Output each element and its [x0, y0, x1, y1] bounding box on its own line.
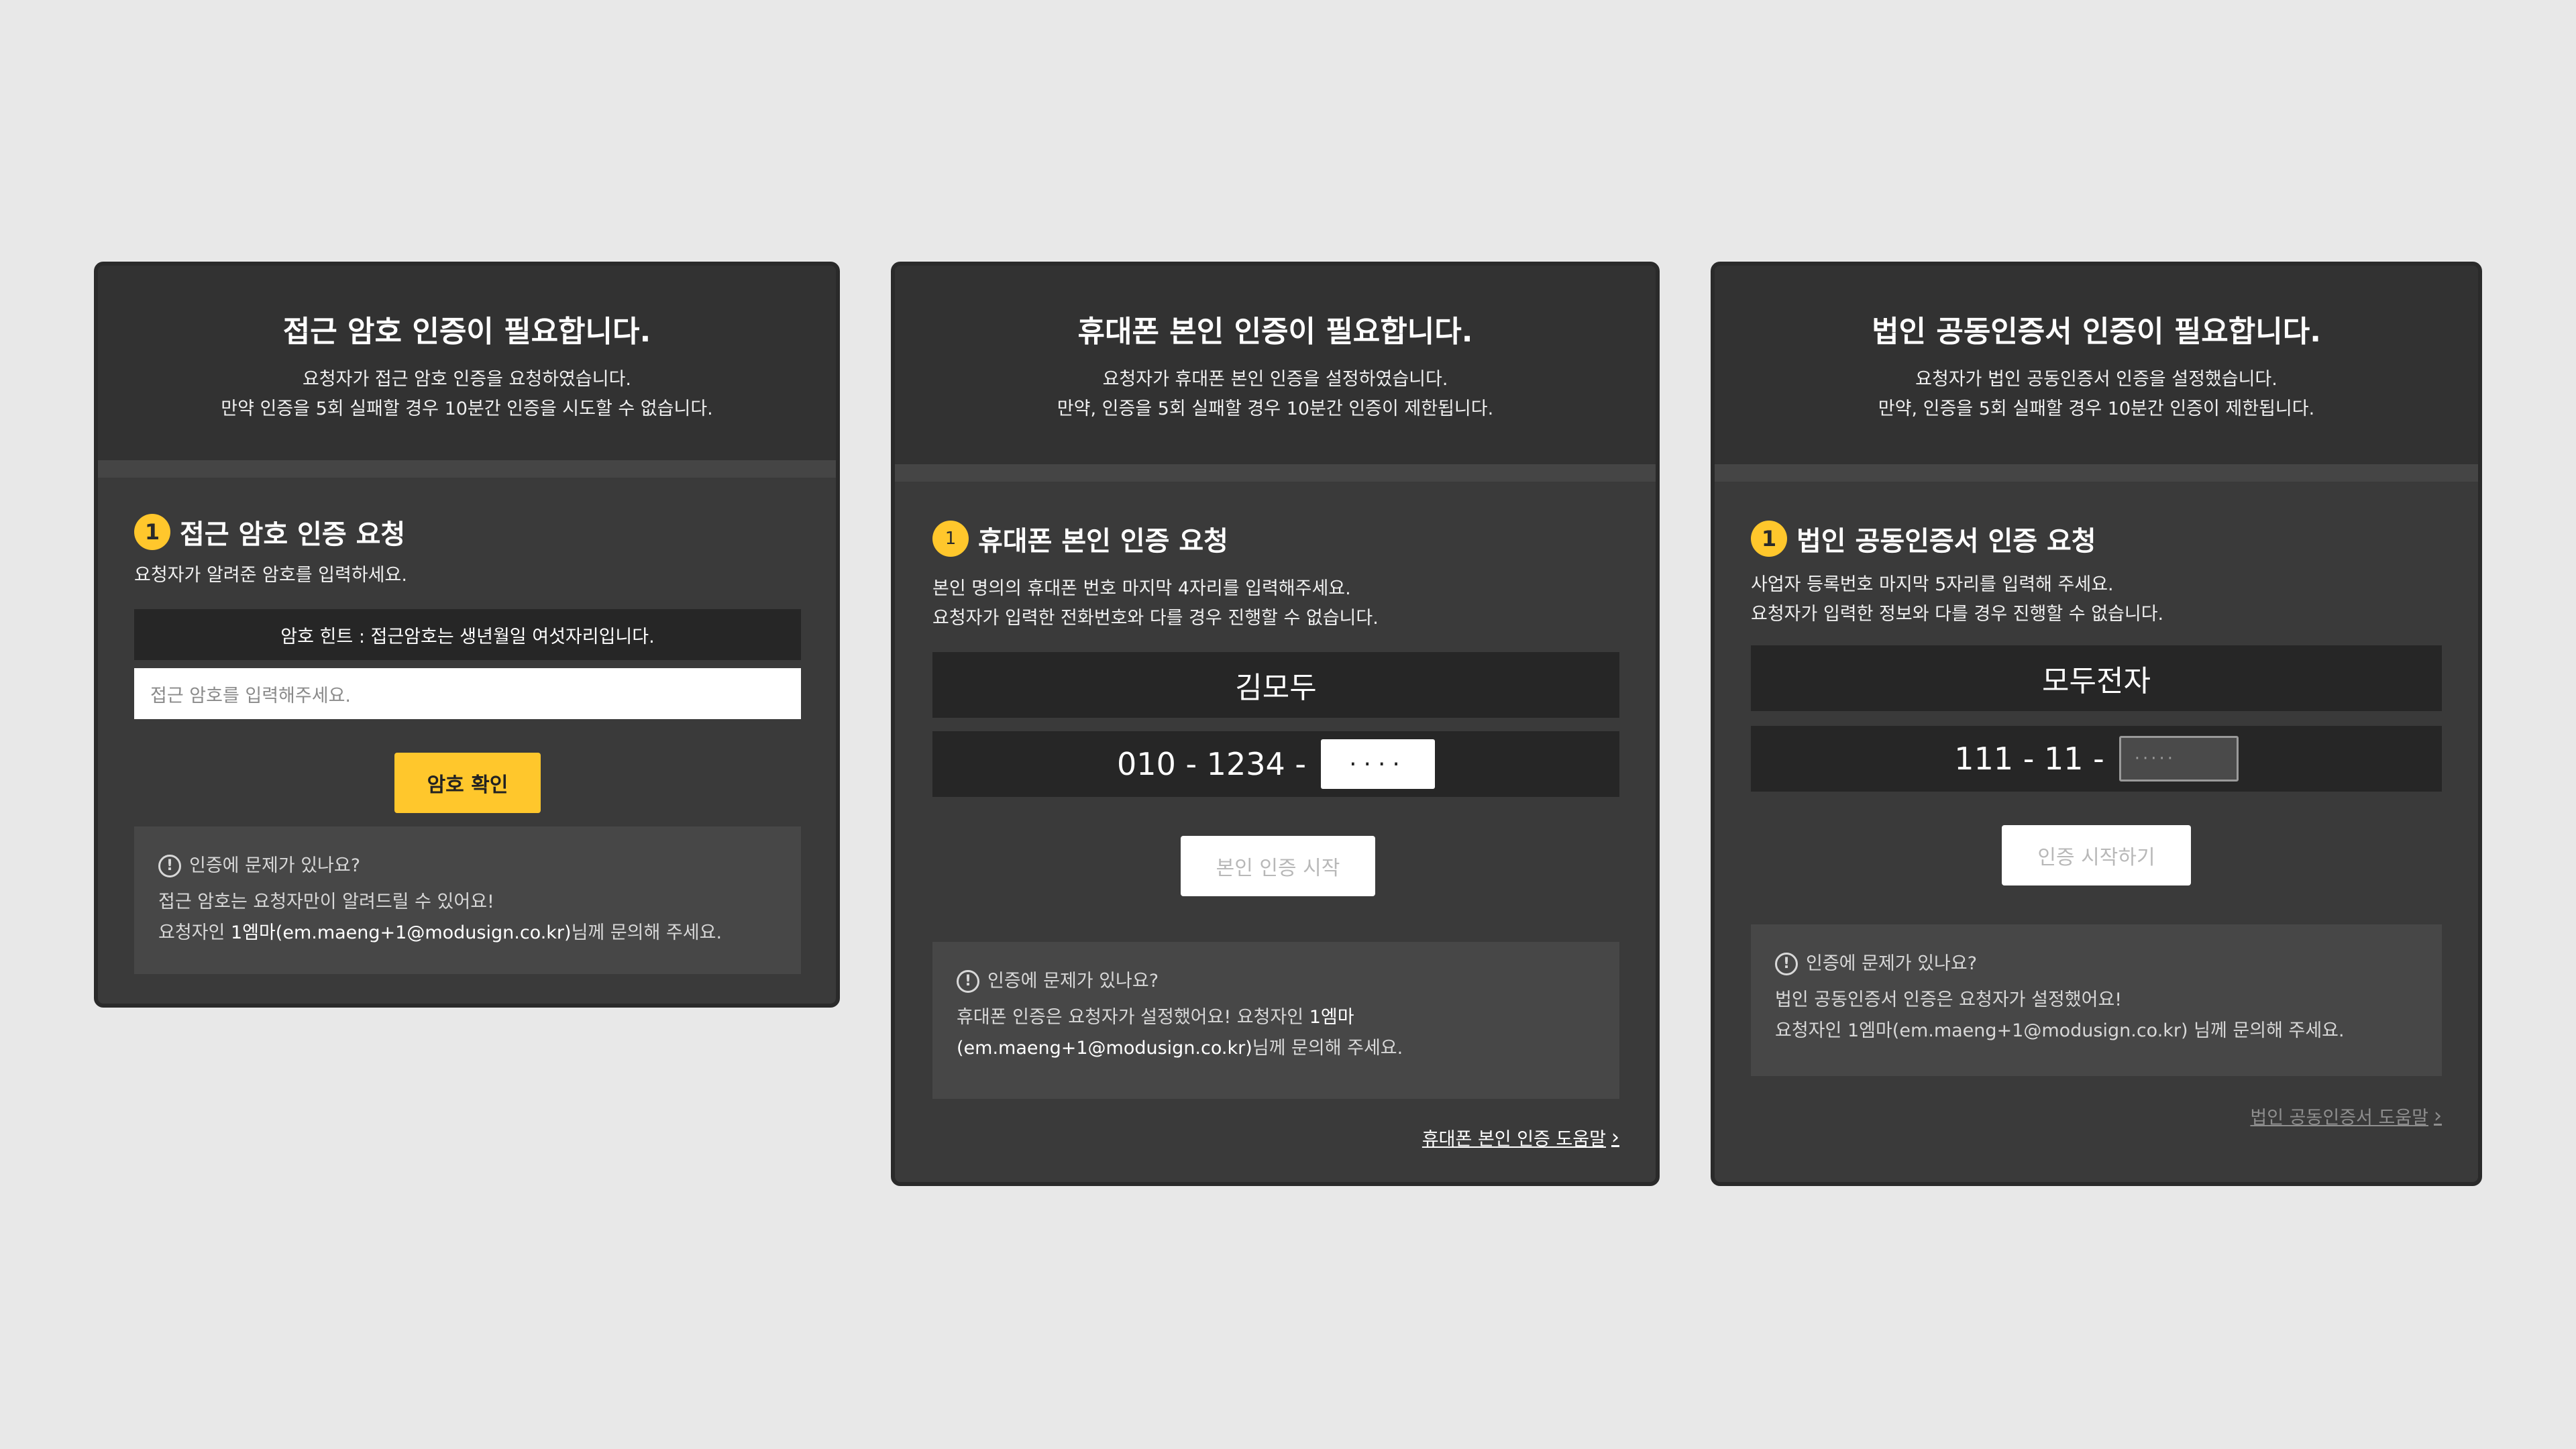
chevron-right-icon: ›: [2434, 1104, 2442, 1128]
help-box: ! 인증에 문제가 있나요? 휴대폰 인증은 요청자가 설정했어요! 요청자인 …: [932, 942, 1619, 1099]
card-description: 요청자가 접근 암호 인증을 요청하였습니다. 만약 인증을 5회 실패할 경우…: [221, 369, 713, 419]
card-title: 휴대폰 본인 인증이 필요합니다.: [1077, 315, 1473, 349]
card-description: 요청자가 법인 공동인증서 인증을 설정했습니다. 만약, 인증을 5회 실패할…: [1878, 369, 2315, 419]
password-hint: 암호 힌트 : 접근암호는 생년월일 여섯자리입니다.: [134, 609, 801, 660]
name-display: 김모두: [932, 652, 1619, 718]
step-title: 법인 공동인증서 인증 요청: [1796, 526, 2096, 557]
step-heading: 1 휴대폰 본인 인증 요청: [932, 519, 1228, 558]
card-description: 요청자가 휴대폰 본인 인증을 설정하였습니다. 만약, 인증을 5회 실패할 …: [1057, 369, 1494, 419]
step-title: 접근 암호 인증 요청: [180, 519, 406, 550]
confirm-password-button[interactable]: 암호 확인: [394, 753, 541, 813]
help-contact: (em.maeng+1@modusign.co.kr)님께 문의해 주세요.: [957, 1038, 1403, 1059]
step-heading: 1 접근 암호 인증 요청: [134, 513, 405, 551]
start-cert-auth-button[interactable]: 인증 시작하기: [2002, 825, 2191, 885]
help-contact: 요청자인 1엠마(em.maeng+1@modusign.co.kr) 님께 문…: [1775, 1020, 2345, 1041]
chevron-right-icon: ›: [1611, 1126, 1619, 1149]
card-body: 1 휴대폰 본인 인증 요청 본인 명의의 휴대폰 번호 마지막 4자리를 입력…: [895, 482, 1656, 1182]
card-title: 법인 공동인증서 인증이 필요합니다.: [1872, 315, 2321, 349]
start-phone-auth-button[interactable]: 본인 인증 시작: [1181, 836, 1375, 896]
info-icon: !: [158, 855, 181, 877]
corporate-cert-auth-card: 법인 공동인증서 인증이 필요합니다. 요청자가 법인 공동인증서 인증을 설정…: [1711, 262, 2482, 1186]
instruction-text: 요청자가 알려준 암호를 입력하세요.: [134, 565, 407, 586]
step-number-badge: 1: [134, 514, 170, 550]
password-auth-card: 접근 암호 인증이 필요합니다. 요청자가 접근 암호 인증을 요청하였습니다.…: [94, 262, 840, 1008]
step-number-badge: 1: [1751, 521, 1787, 557]
business-number-last-digits-input[interactable]: ·····: [2118, 736, 2239, 782]
card-body: 1 접근 암호 인증 요청 요청자가 알려준 암호를 입력하세요. 암호 힌트 …: [98, 478, 836, 1004]
phone-number-row: 010 - 1234 - ····: [932, 731, 1619, 797]
step-number-badge: 1: [932, 521, 969, 557]
phone-last-digits-input[interactable]: ····: [1320, 739, 1435, 789]
help-question: 인증에 문제가 있나요?: [987, 971, 1159, 991]
business-number-prefix: 111 - 11 -: [1954, 741, 2104, 777]
card-body: 1 법인 공동인증서 인증 요청 사업자 등록번호 마지막 5자리를 입력해 주…: [1715, 482, 2478, 1182]
company-name-display: 모두전자: [1751, 645, 2442, 711]
instruction-text: 본인 명의의 휴대폰 번호 마지막 4자리를 입력해주세요. 요청자가 입력한 …: [932, 578, 1379, 629]
help-question: 인증에 문제가 있나요?: [1806, 953, 1978, 974]
help-box: ! 인증에 문제가 있나요? 법인 공동인증서 인증은 요청자가 설정했어요! …: [1751, 924, 2442, 1076]
password-input[interactable]: 접근 암호를 입력해주세요.: [134, 668, 801, 719]
info-icon: !: [1775, 953, 1798, 975]
card-title: 접근 암호 인증이 필요합니다.: [282, 315, 651, 349]
step-heading: 1 법인 공동인증서 인증 요청: [1751, 519, 2096, 558]
help-text: 접근 암호는 요청자만이 알려드릴 수 있어요!: [158, 892, 494, 912]
card-header: 법인 공동인증서 인증이 필요합니다. 요청자가 법인 공동인증서 인증을 설정…: [1715, 266, 2478, 482]
phone-auth-card: 휴대폰 본인 인증이 필요합니다. 요청자가 휴대폰 본인 인증을 설정하였습니…: [891, 262, 1660, 1186]
instruction-text: 사업자 등록번호 마지막 5자리를 입력해 주세요. 요청자가 입력한 정보와 …: [1751, 574, 2164, 625]
cert-help-link[interactable]: 법인 공동인증서 도움말 ›: [2250, 1103, 2442, 1129]
card-header: 휴대폰 본인 인증이 필요합니다. 요청자가 휴대폰 본인 인증을 설정하였습니…: [895, 266, 1656, 482]
help-text: 법인 공동인증서 인증은 요청자가 설정했어요!: [1775, 989, 2123, 1010]
card-header: 접근 암호 인증이 필요합니다. 요청자가 접근 암호 인증을 요청하였습니다.…: [98, 266, 836, 478]
help-box: ! 인증에 문제가 있나요? 접근 암호는 요청자만이 알려드릴 수 있어요! …: [134, 826, 801, 974]
phone-auth-help-link[interactable]: 휴대폰 본인 인증 도움말 ›: [1422, 1124, 1619, 1150]
business-number-row: 111 - 11 - ·····: [1751, 726, 2442, 792]
help-text: 휴대폰 인증은 요청자가 설정했어요! 요청자인 1엠마: [957, 1007, 1354, 1028]
step-title: 휴대폰 본인 인증 요청: [978, 526, 1228, 557]
help-contact: 요청자인 1엠마(em.maeng+1@modusign.co.kr)님께 문의…: [158, 922, 722, 943]
help-question: 인증에 문제가 있나요?: [189, 855, 361, 876]
info-icon: !: [957, 970, 979, 993]
phone-prefix: 010 - 1234 -: [1117, 746, 1306, 782]
